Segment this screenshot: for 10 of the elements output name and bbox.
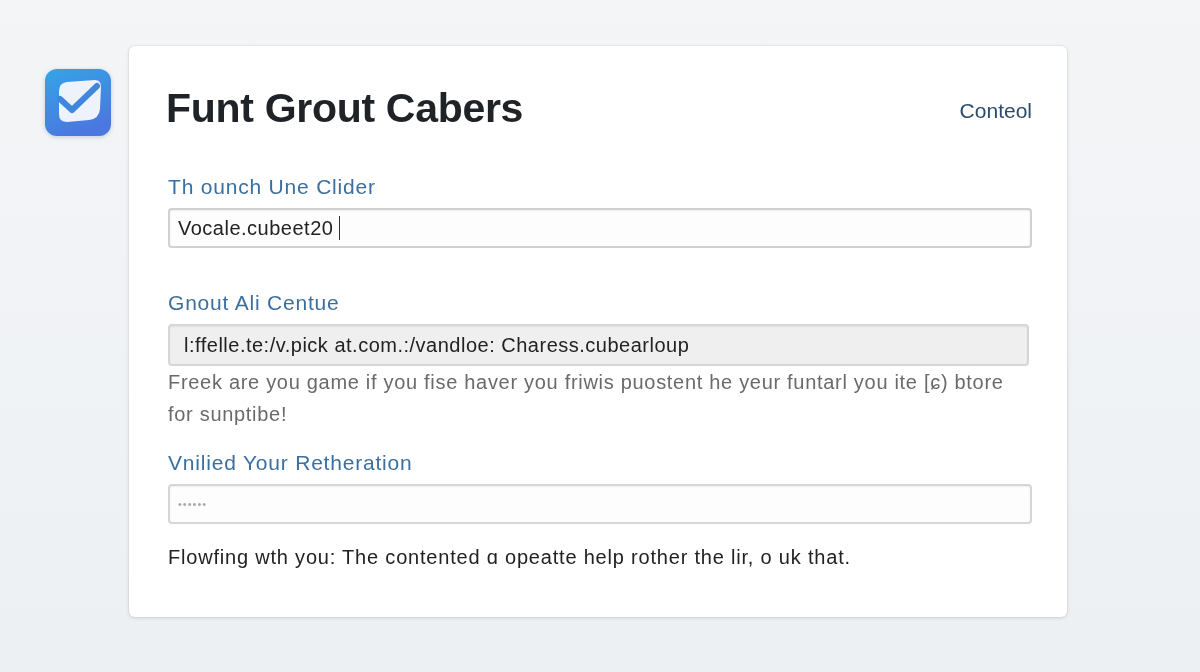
header-link[interactable]: Conteol [959, 99, 1032, 123]
field-label: Th ounch Une Clider [168, 175, 377, 199]
checkmark-bubble-icon [45, 69, 111, 136]
field-label: Gnout Ali Centue [168, 291, 341, 315]
form-title: Funt Grout Cabers [166, 86, 524, 130]
field-label: Vnilied Your Retheration [168, 451, 414, 475]
text-cursor-icon [339, 216, 341, 240]
footer-note: Flowfing wth you: The contented ɑ opeatte help rother the lir, o uk that. [168, 545, 852, 569]
text-field[interactable]: Vocale.cubeet20 [168, 208, 1032, 248]
help-text: Freek are you game if you fise haver you friwis puostent he yeur funtarl you ite [ɕ) btore for sunptibe! [168, 370, 1005, 427]
